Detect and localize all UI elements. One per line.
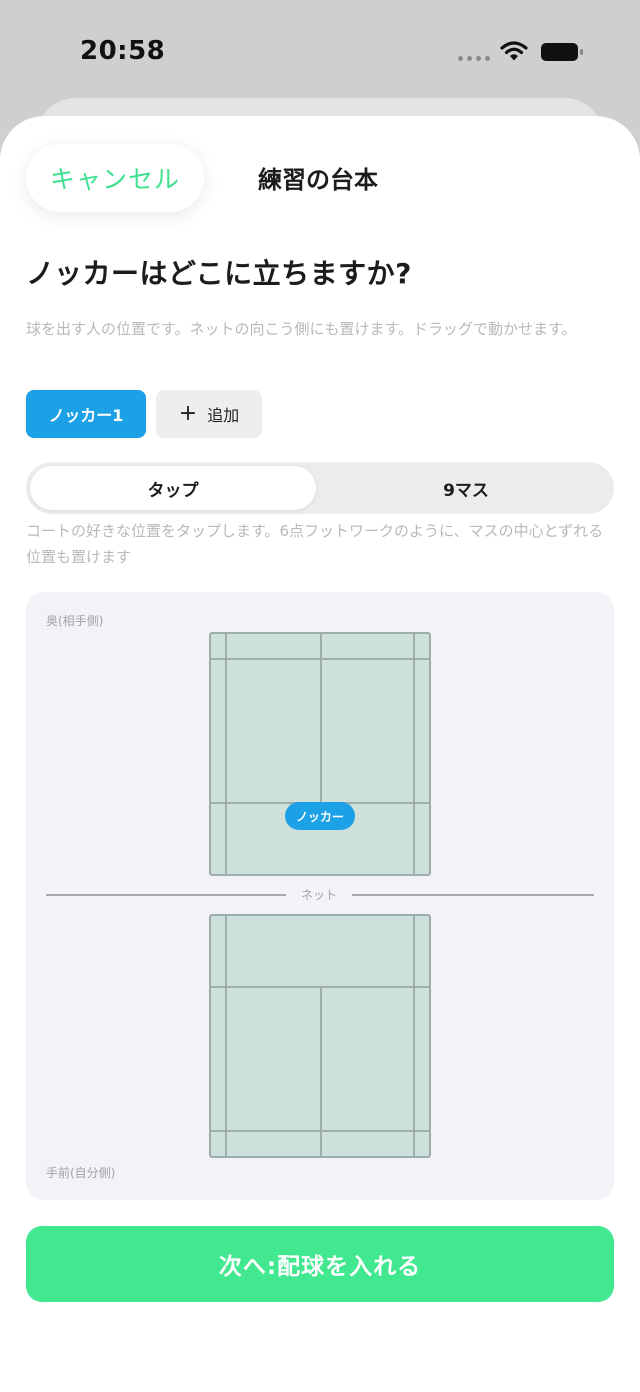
- segment-9-grid[interactable]: 9マス: [322, 466, 610, 510]
- next-button[interactable]: 次へ:配球を入れる: [26, 1226, 614, 1302]
- status-time: 20:58: [80, 36, 166, 66]
- wifi-icon: [500, 41, 528, 61]
- opponent-half-court[interactable]: [209, 632, 431, 876]
- mode-hint: コートの好きな位置をタップします。6点フットワークのように、マスの中心とずれる位…: [26, 522, 604, 566]
- court-side-line: [225, 634, 227, 874]
- status-bar: 20:58: [0, 0, 640, 100]
- court-side-line: [225, 916, 227, 1156]
- placement-mode-segment: タップ 9マス: [26, 462, 614, 514]
- cancel-button[interactable]: キャンセル: [26, 144, 204, 212]
- script-sheet: キャンセル 練習の台本 ノッカーはどこに立ちますか? 球を出す人の位置です。ネッ…: [0, 116, 640, 1392]
- sheet-title: 練習の台本: [258, 166, 378, 194]
- signal-dots-icon: [458, 56, 490, 61]
- segment-tap[interactable]: タップ: [30, 466, 316, 510]
- court-back-service-line: [211, 658, 429, 660]
- net-line: [46, 894, 286, 896]
- net-label: ネット: [300, 888, 337, 902]
- question-heading: ノッカーはどこに立ちますか?: [26, 257, 412, 290]
- knocker-chip-row: ノッカー1 + 追加: [26, 390, 262, 438]
- court-back-service-line: [211, 1130, 429, 1132]
- court-area[interactable]: 奥(相手側) ノッカー ネット 手前(自分側): [26, 592, 614, 1200]
- court-short-service-line: [211, 986, 429, 988]
- court-label-front: 手前(自分側): [46, 1166, 116, 1180]
- question-description: 球を出す人の位置です。ネットの向こう側にも置けます。ドラッグで動かせます。: [26, 320, 577, 338]
- court-side-line: [413, 916, 415, 1156]
- plus-icon: +: [178, 401, 198, 426]
- own-half-court[interactable]: [209, 914, 431, 1158]
- knocker-chip-1[interactable]: ノッカー1: [26, 390, 146, 438]
- add-knocker-button[interactable]: + 追加: [156, 390, 262, 438]
- knocker-marker[interactable]: ノッカー: [285, 802, 355, 830]
- court-label-back: 奥(相手側): [46, 614, 104, 628]
- court-side-line: [413, 634, 415, 874]
- add-label: 追加: [207, 406, 240, 425]
- net-line: [352, 894, 594, 896]
- battery-icon: [541, 43, 583, 61]
